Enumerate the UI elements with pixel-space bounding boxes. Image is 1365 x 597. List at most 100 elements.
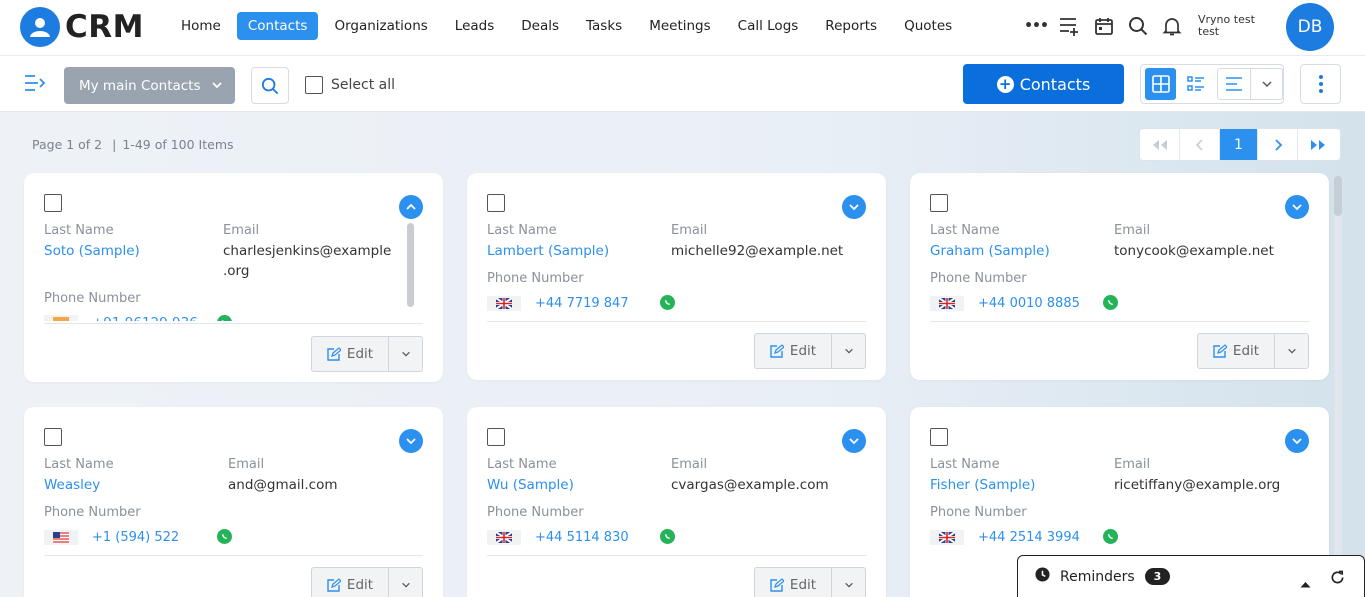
contact-card[interactable]: Last Name Wu (Sample) Email cvargas@exam… [467,407,886,597]
list-view-dropdown[interactable] [1217,68,1283,100]
chevron-down-icon[interactable] [842,195,866,219]
whatsapp-icon[interactable] [1103,295,1118,310]
edit-button[interactable]: Edit [312,337,389,371]
chevron-down-icon [401,351,410,357]
nav-organizations[interactable]: Organizations [323,12,438,40]
edit-dropdown-button[interactable] [389,337,422,371]
scrollbar-thumb[interactable] [1334,176,1342,216]
chevron-down-icon[interactable] [1250,69,1282,99]
bell-icon[interactable] [1160,14,1184,38]
chevron-down-icon[interactable] [1285,429,1309,453]
sidebar-toggle-icon[interactable] [24,74,46,96]
email-value[interactable]: michelle92@example.net [671,241,843,261]
search-icon[interactable] [1126,14,1150,38]
kebab-icon [1318,75,1323,93]
last-page-button[interactable] [1298,129,1338,160]
contact-card[interactable]: Last Name Weasley Email and@gmail.com Ph… [24,407,443,597]
chevron-down-icon[interactable] [1285,195,1309,219]
uk-flag-icon [487,530,521,545]
search-button[interactable] [251,67,289,104]
phone-value[interactable]: +44 2514 3994 [978,528,1080,548]
nav-deals[interactable]: Deals [510,12,570,40]
nav-contacts[interactable]: Contacts [236,12,319,40]
phone-value[interactable]: +91 96129 936 [92,313,198,321]
avatar[interactable]: DB [1286,3,1334,51]
email-value[interactable]: ricetiffany@example.org [1114,475,1280,495]
nav-home[interactable]: Home [170,12,232,40]
select-all[interactable]: Select all [305,76,395,94]
whatsapp-icon[interactable] [660,295,675,310]
view-select[interactable]: My main Contacts [64,67,235,104]
nav-tasks[interactable]: Tasks [575,12,633,40]
nav-call-logs[interactable]: Call Logs [727,12,810,40]
edit-dropdown-button[interactable] [1275,334,1308,368]
divider [44,323,423,324]
contact-card[interactable]: Last Name Graham (Sample) Email tonycook… [910,173,1329,380]
calendar-icon[interactable] [1092,14,1116,38]
more-icon[interactable]: ••• [1024,14,1049,38]
phone-label: Phone Number [487,271,584,286]
card-checkbox[interactable] [487,194,505,212]
last-name-value[interactable]: Lambert (Sample) [487,241,609,261]
phone-value[interactable]: +1 (594) 522 [92,528,179,548]
edit-label: Edit [346,577,374,593]
last-name-value[interactable]: Soto (Sample) [44,241,140,261]
page-scrollbar[interactable] [1334,176,1342,597]
current-page-button[interactable]: 1 [1220,129,1258,160]
prev-page-button[interactable] [1180,129,1220,160]
more-options-button[interactable] [1300,64,1341,104]
nav-quotes[interactable]: Quotes [893,12,963,40]
first-page-button[interactable] [1140,129,1180,160]
edit-button[interactable]: Edit [1198,334,1275,368]
reminders-panel[interactable]: Reminders 3 [1017,555,1365,597]
card-checkbox[interactable] [930,194,948,212]
divider [930,321,1309,322]
whatsapp-icon[interactable] [660,529,675,544]
clock-icon [1035,567,1050,586]
add-list-icon[interactable] [1058,14,1082,38]
whatsapp-icon[interactable] [217,315,232,321]
whatsapp-icon[interactable] [217,529,232,544]
refresh-icon[interactable] [1330,570,1345,589]
phone-value[interactable]: +44 5114 830 [535,528,629,548]
user-name[interactable]: Vryno test test [1198,14,1266,38]
select-all-checkbox[interactable] [305,76,323,94]
grid-view-button[interactable] [1145,68,1176,100]
nav-meetings[interactable]: Meetings [638,12,721,40]
edit-dropdown-button[interactable] [832,568,865,597]
chevron-down-icon[interactable] [842,429,866,453]
uk-flag-icon [487,296,521,311]
email-value[interactable]: and@gmail.com [228,475,338,495]
last-name-value[interactable]: Graham (Sample) [930,241,1050,261]
last-name-value[interactable]: Fisher (Sample) [930,475,1035,495]
email-value[interactable]: tonycook@example.net [1114,241,1274,261]
card-checkbox[interactable] [487,428,505,446]
nav-leads[interactable]: Leads [444,12,505,40]
add-contact-button[interactable]: + Contacts [963,64,1124,104]
edit-button[interactable]: Edit [312,568,389,597]
chevron-down-icon[interactable] [399,429,423,453]
card-checkbox[interactable] [930,428,948,446]
detail-view-button[interactable] [1180,68,1211,100]
email-value[interactable]: charlesjenkins@example .org [223,241,393,281]
edit-dropdown-button[interactable] [832,334,865,368]
next-page-button[interactable] [1258,129,1298,160]
last-name-value[interactable]: Weasley [44,475,100,495]
contact-card[interactable]: Last Name Soto (Sample) Email charlesjen… [24,173,443,382]
card-scrollbar[interactable] [407,223,414,307]
contact-card[interactable]: Last Name Lambert (Sample) Email michell… [467,173,886,380]
app-logo[interactable]: CRM [20,7,144,47]
caret-up-icon[interactable] [1300,573,1311,592]
view-mode-switcher [1140,64,1284,104]
list-view-icon[interactable] [1218,69,1250,99]
phone-value[interactable]: +44 0010 8885 [978,294,1080,314]
edit-dropdown-button[interactable] [389,568,422,597]
whatsapp-icon[interactable] [1103,529,1118,544]
last-name-value[interactable]: Wu (Sample) [487,475,574,495]
card-checkbox[interactable] [44,428,62,446]
edit-button[interactable]: Edit [755,334,832,368]
edit-button[interactable]: Edit [755,568,832,597]
email-value[interactable]: cvargas@example.com [671,475,829,495]
phone-value[interactable]: +44 7719 847 [535,294,629,314]
nav-reports[interactable]: Reports [814,12,888,40]
